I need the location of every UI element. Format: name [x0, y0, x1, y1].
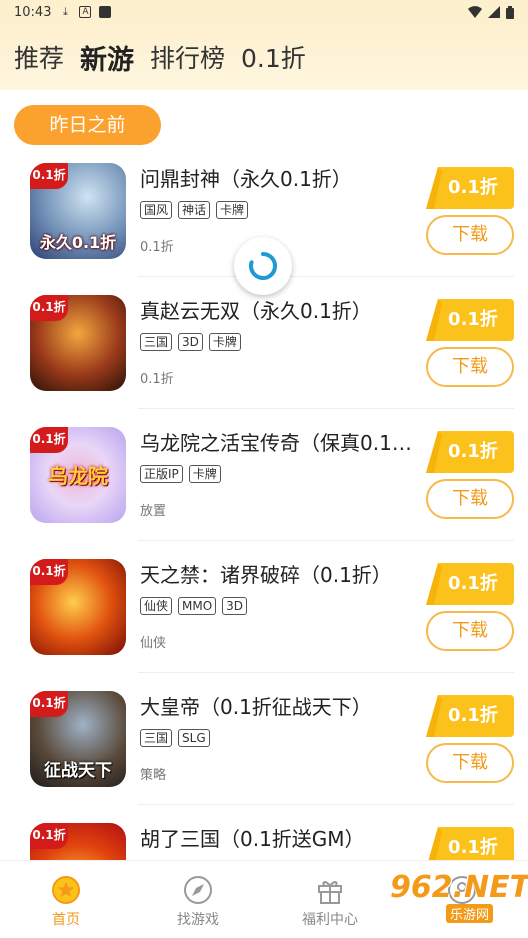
game-title[interactable]: 乌龙院之活宝传奇（保真0.1折）	[140, 427, 422, 456]
game-subtitle: 0.1折	[140, 240, 174, 255]
game-title[interactable]: 大皇帝（0.1折征战天下）	[140, 691, 422, 720]
game-subtitle: 放置	[140, 504, 167, 519]
discount-corner-badge: 0.1折	[30, 163, 68, 189]
game-tag: MMO	[178, 597, 217, 615]
download-button[interactable]: 下载	[426, 611, 514, 651]
game-subtitle: 策略	[140, 768, 167, 783]
loading-spinner	[234, 237, 292, 295]
tab-new-games[interactable]: 新游	[80, 38, 134, 77]
game-tags: 正版IP 卡牌	[140, 465, 221, 483]
discount-badge: 0.1折	[426, 431, 514, 473]
status-bar: 10:43 ⤓ A	[0, 0, 528, 24]
watermark-sub: 乐游网	[446, 904, 494, 923]
discount-badge: 0.1折	[426, 299, 514, 341]
top-tab-bar: 推荐 新游 排行榜 0.1折	[0, 24, 528, 90]
game-tags: 三国 SLG	[140, 729, 210, 747]
nav-label: 找游戏	[177, 912, 219, 928]
download-button[interactable]: 下载	[426, 743, 514, 783]
game-tag: 正版IP	[140, 465, 183, 483]
star-icon	[52, 876, 80, 904]
game-tag: 卡牌	[188, 465, 221, 483]
icon-caption: 永久0.1折	[39, 233, 117, 252]
game-title[interactable]: 问鼎封神（永久0.1折）	[140, 163, 422, 192]
game-icon[interactable]: 0.1折 永久0.1折	[30, 163, 126, 259]
discount-badge-text: 0.1折	[448, 705, 498, 726]
game-subtitle: 0.1折	[140, 372, 174, 387]
discount-badge-text: 0.1折	[448, 441, 498, 462]
game-tag: 仙侠	[140, 597, 173, 615]
game-icon[interactable]: 0.1折	[30, 559, 126, 655]
compass-icon	[184, 876, 212, 904]
game-tag: 神话	[178, 201, 211, 219]
game-tag: 3D	[178, 333, 203, 351]
tab-discount[interactable]: 0.1折	[241, 39, 306, 75]
discount-badge-text: 0.1折	[448, 309, 498, 330]
game-tag: 3D	[222, 597, 248, 615]
game-title[interactable]: 胡了三国（0.1折送GM）	[140, 823, 422, 852]
nav-home[interactable]: 首页	[0, 861, 132, 938]
game-tags: 三国 3D 卡牌	[140, 333, 241, 351]
nav-label: 首页	[52, 912, 80, 928]
icon-caption: 乌龙院	[48, 464, 108, 488]
discount-corner-badge: 0.1折	[30, 691, 68, 717]
discount-corner-badge: 0.1折	[30, 559, 68, 585]
game-tag: 三国	[140, 333, 173, 351]
nav-welfare-center[interactable]: 福利中心	[264, 861, 396, 938]
square-icon	[99, 6, 112, 18]
watermark-main: 962.NET	[390, 870, 528, 905]
game-icon[interactable]: 0.1折 征战天下	[30, 691, 126, 787]
game-title[interactable]: 真赵云无双（永久0.1折）	[140, 295, 422, 324]
nav-find-games[interactable]: 找游戏	[132, 861, 264, 938]
game-tag: 卡牌	[208, 333, 241, 351]
download-button[interactable]: 下载	[426, 215, 514, 255]
discount-corner-badge: 0.1折	[30, 427, 68, 453]
game-tag: 三国	[140, 729, 173, 747]
download-button[interactable]: 下载	[426, 347, 514, 387]
download-button[interactable]: 下载	[426, 479, 514, 519]
game-tags: 仙侠 MMO 3D	[140, 597, 248, 615]
game-row[interactable]: 0.1折 征战天下 大皇帝（0.1折征战天下） 三国 SLG 策略 0.1折 下…	[0, 673, 528, 805]
status-time: 10:43	[14, 4, 52, 20]
site-watermark: 962.NET 乐游网	[386, 864, 528, 930]
a-icon: A	[79, 6, 92, 18]
discount-badge-text: 0.1折	[448, 573, 498, 594]
discount-corner-badge: 0.1折	[30, 823, 68, 849]
tab-recommend[interactable]: 推荐	[14, 39, 64, 75]
wifi-icon	[468, 6, 482, 18]
game-row[interactable]: 0.1折 天之禁：诸界破碎（0.1折） 仙侠 MMO 3D 仙侠 0.1折 下载	[0, 541, 528, 673]
download-icon: ⤓	[63, 5, 68, 18]
game-title[interactable]: 天之禁：诸界破碎（0.1折）	[140, 559, 422, 588]
discount-badge: 0.1折	[426, 695, 514, 737]
icon-caption: 征战天下	[44, 761, 112, 781]
nav-label: 福利中心	[302, 912, 358, 928]
game-tag: 卡牌	[216, 201, 249, 219]
battery-icon	[506, 5, 514, 19]
section-label-pill: 昨日之前	[14, 105, 161, 145]
tab-ranking[interactable]: 排行榜	[150, 39, 225, 75]
game-subtitle: 仙侠	[140, 636, 167, 651]
gift-icon	[318, 881, 342, 904]
game-tag: SLG	[178, 729, 210, 747]
discount-badge: 0.1折	[426, 167, 514, 209]
game-tags: 国风 神话 卡牌	[140, 201, 249, 219]
game-icon[interactable]: 0.1折 乌龙院	[30, 427, 126, 523]
game-tag: 国风	[140, 201, 173, 219]
discount-badge-text: 0.1折	[448, 177, 498, 198]
game-row[interactable]: 0.1折 乌龙院 乌龙院之活宝传奇（保真0.1折） 正版IP 卡牌 放置 0.1…	[0, 409, 528, 541]
game-icon[interactable]: 0.1折	[30, 295, 126, 391]
game-row[interactable]: 0.1折 真赵云无双（永久0.1折） 三国 3D 卡牌 0.1折 0.1折 下载	[0, 277, 528, 409]
discount-badge: 0.1折	[426, 563, 514, 605]
spinner-icon	[249, 252, 277, 280]
signal-icon	[488, 6, 500, 18]
discount-corner-badge: 0.1折	[30, 295, 68, 321]
